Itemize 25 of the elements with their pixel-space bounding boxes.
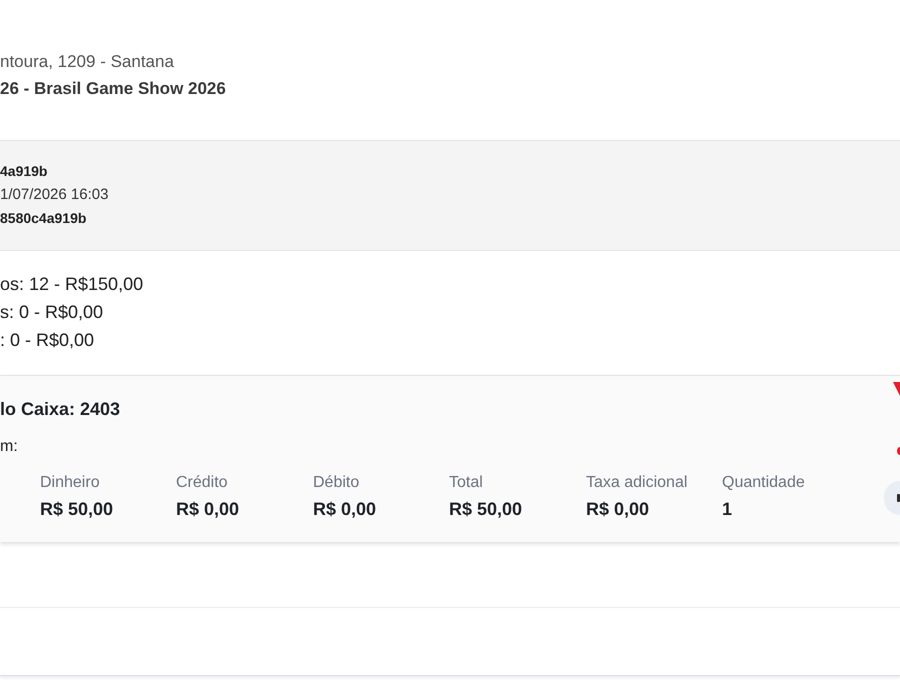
column-label: Débito	[313, 473, 360, 493]
event-title: 26 - Brasil Game Show 2026	[0, 78, 226, 100]
column-value: R$ 50,00	[40, 498, 114, 521]
column-label: Total	[449, 473, 483, 493]
column-value: R$ 50,00	[449, 498, 522, 521]
column-value: R$ 0,00	[313, 498, 376, 521]
card-title: lo Caixa: 2403	[0, 398, 120, 421]
mark-icon	[897, 494, 900, 502]
summary-line: s: 0 - R$0,00	[0, 301, 104, 324]
column-label: Quantidade	[722, 473, 805, 493]
order-date: 1/07/2026 16:03	[0, 185, 108, 205]
address-text: ntoura, 1209 - Santana	[0, 51, 174, 73]
order-code: 4a919b	[0, 162, 48, 181]
marker-icon	[893, 382, 900, 396]
summary-line: : 0 - R$0,00	[0, 329, 94, 352]
column-label: Crédito	[176, 473, 228, 493]
column-value: R$ 0,00	[586, 498, 650, 521]
summary-line: os: 12 - R$150,00	[0, 273, 144, 296]
card-subtitle: m:	[0, 437, 18, 457]
column-label: Dinheiro	[40, 473, 100, 493]
column-label: Taxa adicional	[586, 473, 688, 493]
column-value: R$ 0,00	[176, 498, 240, 521]
column-value: 1	[722, 498, 732, 521]
order-code: 8580c4a919b	[0, 209, 86, 228]
round-button[interactable]	[884, 481, 900, 515]
